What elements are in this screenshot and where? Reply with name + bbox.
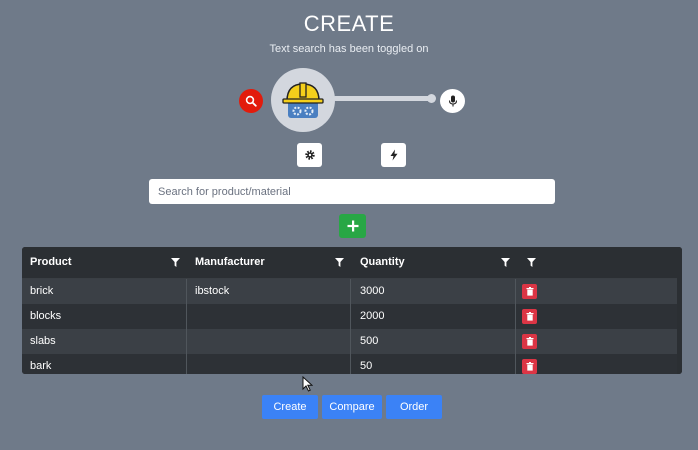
cell-quantity: 2000 (360, 310, 385, 322)
search-icon (245, 95, 257, 107)
voice-search-button[interactable] (440, 89, 465, 113)
cell-quantity: 3000 (360, 285, 385, 297)
search-toggle-button[interactable] (239, 89, 263, 113)
compare-button[interactable]: Compare (322, 395, 382, 419)
table-row[interactable]: brick ibstock 3000 (22, 279, 677, 304)
settings-button[interactable] (297, 143, 322, 167)
cell-product: brick (30, 285, 54, 297)
filter-icon[interactable] (501, 258, 510, 267)
trash-icon (526, 362, 533, 371)
status-message: Text search has been toggled on (269, 43, 429, 55)
table-row[interactable]: blocks 2000 (22, 304, 677, 329)
grid-header: Product Manufacturer Quantity (22, 247, 682, 279)
filter-icon[interactable] (171, 258, 180, 267)
trash-icon (526, 312, 533, 321)
cell-quantity: 500 (360, 335, 379, 347)
app-logo (271, 68, 335, 132)
column-header-quantity[interactable]: Quantity (360, 247, 405, 278)
hard-hat-gears-logo (282, 82, 324, 118)
plus-icon (347, 220, 358, 232)
voice-slider-handle[interactable] (427, 94, 436, 103)
filter-icon[interactable] (527, 258, 536, 267)
trash-icon (526, 337, 533, 346)
create-button[interactable]: Create (262, 395, 318, 419)
table-row[interactable]: bark 50 (22, 354, 677, 374)
column-header-product[interactable]: Product (30, 247, 72, 278)
voice-slider-track[interactable] (333, 96, 433, 101)
delete-row-button[interactable] (522, 309, 537, 324)
microphone-icon (448, 95, 457, 107)
product-grid: Product Manufacturer Quantity brick ibst… (22, 247, 682, 374)
mouse-cursor-icon (302, 376, 313, 392)
cell-product: slabs (30, 335, 56, 347)
delete-row-button[interactable] (522, 284, 537, 299)
column-header-manufacturer[interactable]: Manufacturer (195, 247, 265, 278)
cell-product: blocks (30, 310, 62, 322)
grid-scrollbar[interactable] (677, 278, 682, 374)
table-row[interactable]: slabs 500 (22, 329, 677, 354)
add-row-button[interactable] (339, 214, 366, 238)
gear-icon (304, 150, 315, 160)
cell-quantity: 50 (360, 360, 373, 372)
search-input[interactable] (149, 179, 555, 204)
lightning-bolt-icon (390, 149, 397, 161)
delete-row-button[interactable] (522, 359, 537, 374)
page-title: CREATE (303, 11, 395, 36)
cell-product: bark (30, 360, 52, 372)
order-button[interactable]: Order (386, 395, 442, 419)
delete-row-button[interactable] (522, 334, 537, 349)
trash-icon (526, 287, 533, 296)
cell-manufacturer: ibstock (195, 285, 230, 297)
filter-icon[interactable] (335, 258, 344, 267)
quick-action-button[interactable] (381, 143, 406, 167)
